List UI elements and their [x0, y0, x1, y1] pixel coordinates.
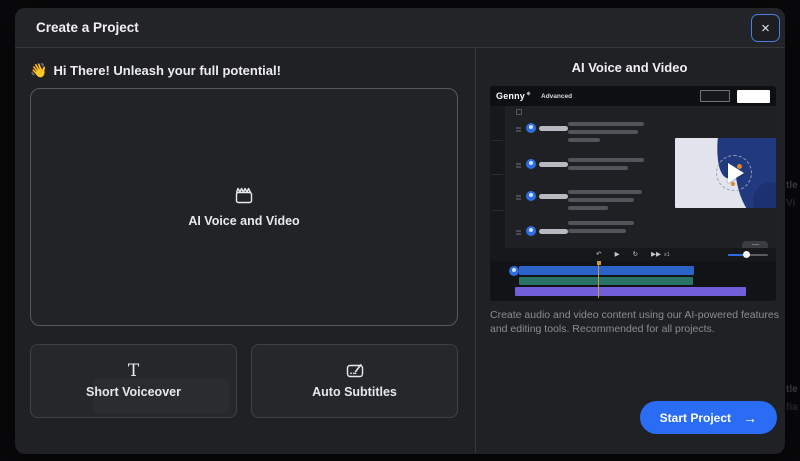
start-project-label: Start Project [659, 410, 731, 425]
start-project-button[interactable]: Start Project → [639, 401, 777, 434]
speaker-avatar [526, 191, 536, 201]
background-text-fragment: tle [786, 180, 798, 191]
speaker-avatar [526, 226, 536, 236]
card-label: Auto Subtitles [312, 385, 397, 399]
project-description: Create audio and video content using our… [490, 309, 779, 336]
detail-heading: AI Voice and Video [571, 60, 688, 75]
preview-outline-button [700, 90, 730, 102]
subtitle-edit-icon [346, 364, 363, 378]
genny-logo: Genny [496, 91, 526, 101]
project-type-panel: 👋 Hi There! Unleash your full potential!… [15, 48, 475, 453]
background-text-fragment: Vi [786, 198, 796, 209]
timeline-track-video [515, 287, 746, 296]
auto-subtitles-card[interactable]: Auto Subtitles [251, 344, 458, 418]
timeline-track-audio [519, 277, 693, 285]
timeline-collapse-handle [742, 241, 768, 248]
ai-voice-and-video-card[interactable]: AI Voice and Video [30, 88, 458, 326]
background-text-fragment: tle [786, 384, 798, 395]
short-voiceover-card[interactable]: T Short Voiceover [30, 344, 237, 418]
greeting-label: Hi There! Unleash your full potential! [53, 63, 281, 78]
logo-mark-icon [526, 90, 531, 96]
preview-transport-bar: ↶ ▶ ↻ ▶▶ x1 [490, 241, 776, 261]
video-preview-thumbnail [675, 138, 776, 208]
speed-label: x1 [664, 251, 670, 258]
preview-timeline [490, 261, 776, 301]
create-project-modal: Create a Project × 👋 Hi There! Unleash y… [15, 8, 785, 454]
fast-forward-icon: ▶▶ [651, 251, 662, 258]
speaker-avatar [526, 159, 536, 169]
modal-title: Create a Project [36, 20, 139, 35]
preview-topbar: Genny Advanced [490, 86, 776, 106]
speaker-avatar [509, 266, 519, 276]
text-t-icon: T [127, 361, 140, 381]
zoom-slider [728, 251, 768, 258]
timeline-track-voice [519, 266, 694, 275]
preview-nav-label: Advanced [541, 92, 573, 100]
modal-header: Create a Project × [15, 8, 785, 48]
preview-sidebar [490, 106, 506, 248]
close-icon: × [761, 19, 770, 37]
genny-editor-preview-image: Genny Advanced ↶ ▶ ↻ ▶▶ x1 [490, 86, 776, 301]
clapperboard-icon [235, 187, 253, 203]
card-label: AI Voice and Video [188, 213, 300, 228]
play-icon [728, 163, 744, 183]
playhead [596, 261, 601, 298]
preview-solid-button [737, 89, 770, 103]
speaker-avatar [526, 123, 536, 133]
card-label: Short Voiceover [86, 385, 181, 399]
project-detail-panel: AI Voice and Video Genny Advanced ↶ ▶ ↻ … [475, 48, 785, 453]
close-button[interactable]: × [751, 14, 780, 42]
preview-toolbar-icon [516, 109, 522, 115]
preview-script-area [506, 106, 776, 248]
greeting-text: 👋 Hi There! Unleash your full potential! [30, 62, 458, 79]
loop-icon: ↻ [632, 251, 639, 258]
rewind-icon: ↶ [596, 251, 602, 258]
arrow-right-icon: → [743, 409, 757, 426]
preview-editor-area [490, 106, 776, 248]
play-icon: ▶ [614, 251, 620, 258]
waving-hand-icon: 👋 [30, 62, 48, 78]
background-text-fragment: fia [786, 402, 798, 413]
